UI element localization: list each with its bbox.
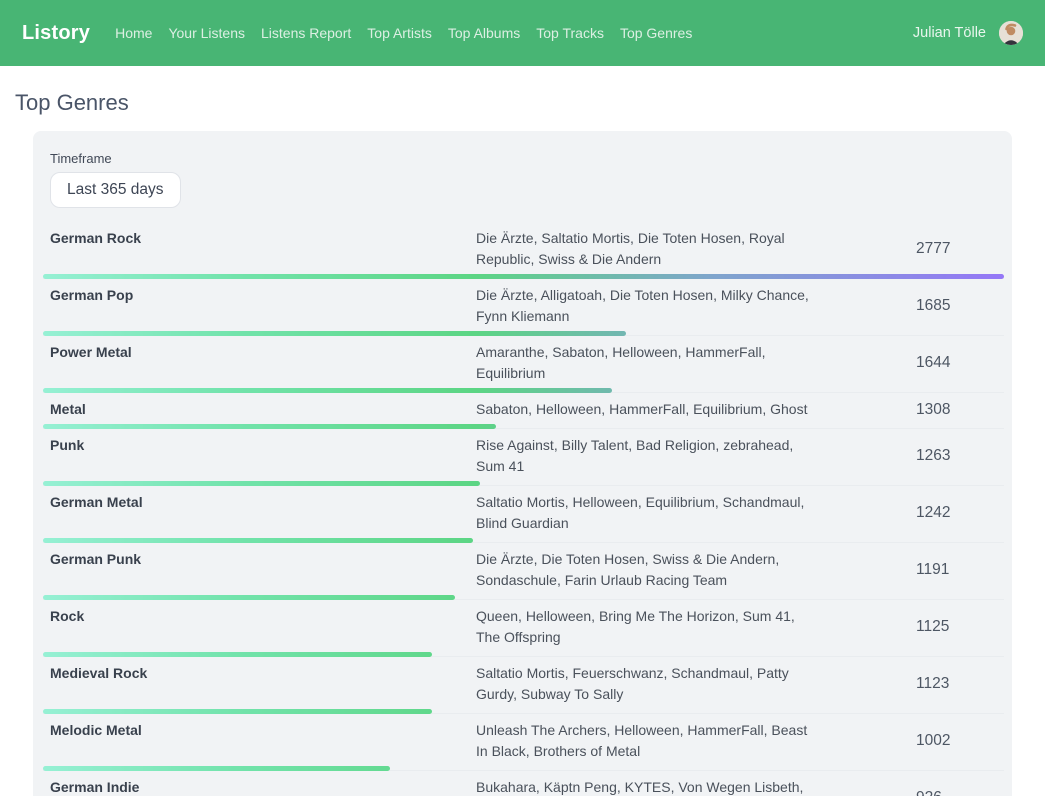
genre-row: German Rock Die Ärzte, Saltatio Mortis, … [43, 222, 1004, 279]
nav-item[interactable]: Top Albums [448, 25, 520, 41]
user-name: Julian Tölle [913, 25, 986, 41]
genre-name: Power Metal [43, 342, 476, 384]
genre-artists: Saltatio Mortis, Feuerschwanz, Schandmau… [476, 663, 816, 705]
genre-artists: Sabaton, Helloween, HammerFall, Equilibr… [476, 399, 816, 420]
genre-artists: Unleash The Archers, Helloween, HammerFa… [476, 720, 816, 762]
genre-artists: Die Ärzte, Die Toten Hosen, Swiss & Die … [476, 549, 816, 591]
genre-row: German Indie Bukahara, Käptn Peng, KYTES… [43, 771, 1004, 796]
main-nav: Home Your Listens Listens Report Top Art… [115, 25, 692, 41]
genre-count: 926 [916, 789, 1004, 796]
genre-name: German Metal [43, 492, 476, 534]
genre-name: German Rock [43, 228, 476, 270]
nav-item[interactable]: Top Tracks [536, 25, 604, 41]
genre-row: German Pop Die Ärzte, Alligatoah, Die To… [43, 279, 1004, 336]
timeframe-select[interactable]: Last 365 days [50, 172, 181, 208]
genre-row: Power Metal Amaranthe, Sabaton, Hellowee… [43, 336, 1004, 393]
genre-name: Medieval Rock [43, 663, 476, 705]
genre-count: 1002 [916, 732, 1004, 750]
genre-name: German Pop [43, 285, 476, 327]
timeframe-section: Timeframe Last 365 days [43, 151, 1004, 221]
top-genres-card: Timeframe Last 365 days German Rock Die … [33, 131, 1012, 796]
genre-row: Medieval Rock Saltatio Mortis, Feuerschw… [43, 657, 1004, 714]
genre-name: German Punk [43, 549, 476, 591]
nav-item[interactable]: Listens Report [261, 25, 351, 41]
user-avatar[interactable] [999, 21, 1023, 45]
genre-artists: Queen, Helloween, Bring Me The Horizon, … [476, 606, 816, 648]
genre-name: German Indie [43, 777, 476, 796]
genre-artists: Rise Against, Billy Talent, Bad Religion… [476, 435, 816, 477]
genre-row: Metal Sabaton, Helloween, HammerFall, Eq… [43, 393, 1004, 429]
genre-artists: Die Ärzte, Saltatio Mortis, Die Toten Ho… [476, 228, 816, 270]
user-photo-icon [999, 21, 1023, 45]
genre-count: 1685 [916, 297, 1004, 315]
genre-count: 1644 [916, 354, 1004, 372]
genre-artists: Bukahara, Käptn Peng, KYTES, Von Wegen L… [476, 777, 816, 796]
nav-item[interactable]: Top Genres [620, 25, 692, 41]
user-menu[interactable]: Julian Tölle [913, 21, 1023, 45]
genre-count: 1125 [916, 618, 1004, 636]
app-logo[interactable]: Listory [22, 22, 90, 45]
page-title: Top Genres [15, 90, 1045, 116]
genre-name: Melodic Metal [43, 720, 476, 762]
nav-item[interactable]: Home [115, 25, 152, 41]
genre-count: 2777 [916, 240, 1004, 258]
genre-row: Punk Rise Against, Billy Talent, Bad Rel… [43, 429, 1004, 486]
genres-table: German Rock Die Ärzte, Saltatio Mortis, … [43, 222, 1004, 796]
genre-row: German Punk Die Ärzte, Die Toten Hosen, … [43, 543, 1004, 600]
nav-item[interactable]: Your Listens [168, 25, 245, 41]
genre-name: Metal [43, 399, 476, 420]
top-navbar: Listory Home Your Listens Listens Report… [0, 0, 1045, 66]
genre-count: 1123 [916, 675, 1004, 693]
genre-count: 1263 [916, 447, 1004, 465]
genre-count: 1242 [916, 504, 1004, 522]
genre-row: German Metal Saltatio Mortis, Helloween,… [43, 486, 1004, 543]
genre-row: Rock Queen, Helloween, Bring Me The Hori… [43, 600, 1004, 657]
timeframe-label: Timeframe [50, 151, 1004, 166]
genre-count: 1191 [916, 561, 1004, 579]
genre-name: Rock [43, 606, 476, 648]
genre-count: 1308 [916, 401, 1004, 419]
genre-artists: Die Ärzte, Alligatoah, Die Toten Hosen, … [476, 285, 816, 327]
genre-row: Melodic Metal Unleash The Archers, Hello… [43, 714, 1004, 771]
nav-item[interactable]: Top Artists [367, 25, 432, 41]
genre-artists: Amaranthe, Sabaton, Helloween, HammerFal… [476, 342, 816, 384]
genre-name: Punk [43, 435, 476, 477]
genre-artists: Saltatio Mortis, Helloween, Equilibrium,… [476, 492, 816, 534]
